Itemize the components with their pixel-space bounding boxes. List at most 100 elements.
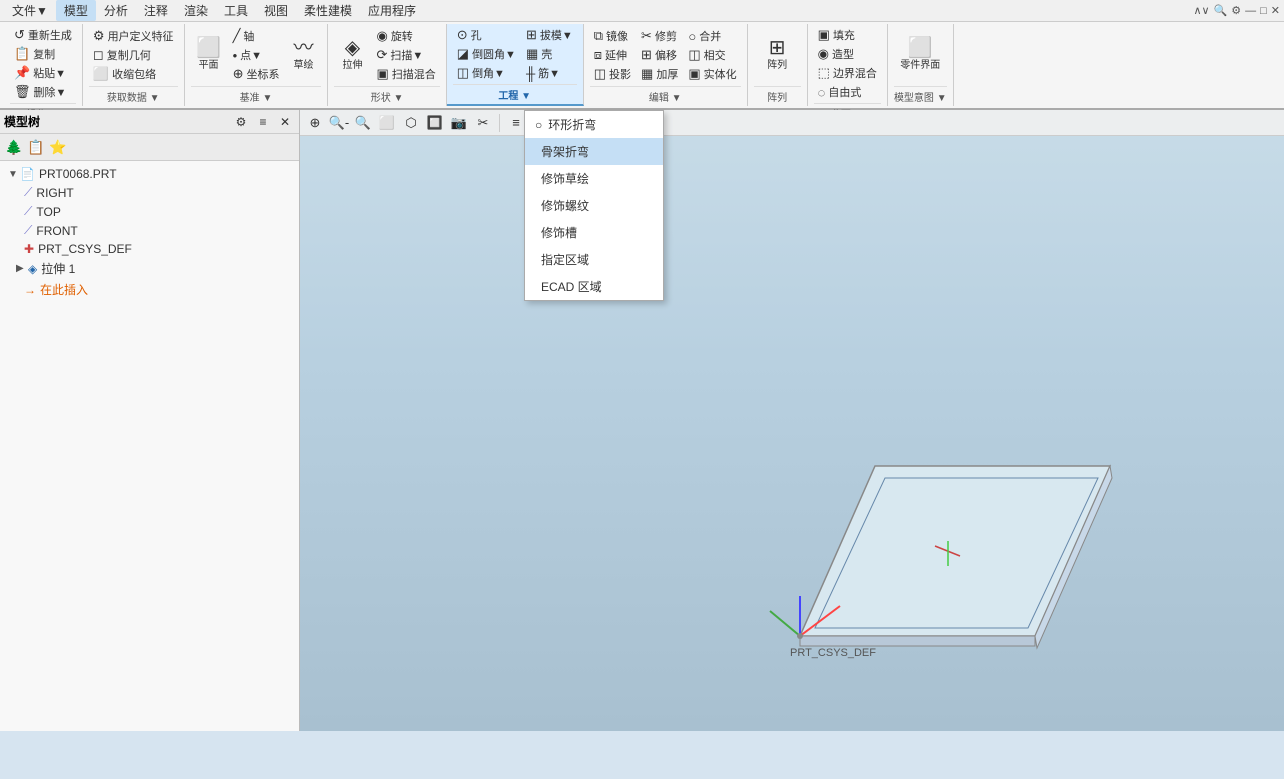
btn-extrude[interactable]: ◈ 拉伸 [334, 30, 370, 80]
btn-paste[interactable]: 📌粘贴▼ [10, 64, 76, 82]
btn-axis[interactable]: ╱轴 [229, 27, 284, 45]
menu-item-ecad-region[interactable]: ECAD 区域 [525, 273, 663, 300]
tree-item-part[interactable]: ▼ 📄 PRT0068.PRT [0, 165, 299, 183]
menu-tools[interactable]: 工具 [216, 0, 256, 21]
deco-thread-label: 修饰螺纹 [541, 197, 589, 214]
btn-csys[interactable]: ⊕坐标系 [229, 65, 284, 83]
menu-file[interactable]: 文件▼ [4, 0, 56, 21]
ribbon-section-datum: ⬜ 平面 ╱轴 •点▼ ⊕坐标系 〰 草绘 基准 ▼ [185, 24, 329, 106]
btn-copy[interactable]: 📋复制 [10, 45, 76, 63]
btn-boundary-blend[interactable]: ⬚边界混合 [814, 64, 881, 82]
menu-flex[interactable]: 柔性建模 [296, 0, 360, 21]
btn-project[interactable]: ◫投影 [590, 65, 635, 83]
menu-item-deco-sketch[interactable]: 修饰草绘 [525, 165, 663, 192]
btn-user-feature[interactable]: ⚙用户定义特征 [89, 27, 178, 45]
btn-thicken[interactable]: ▦加厚 [637, 65, 682, 83]
sidebar-icon-filter[interactable]: 📋 [26, 137, 46, 157]
btn-array[interactable]: ⊞ 阵列 [759, 30, 795, 80]
sec-btn-1[interactable]: ⊕ [304, 112, 326, 134]
btn-solidify[interactable]: ▣实体化 [684, 65, 740, 83]
mirror-icon: ⧉ [594, 28, 603, 44]
btn-sweep[interactable]: ⟳扫描▼ [372, 46, 439, 64]
menu-item-spine-bend[interactable]: 骨架折弯 [525, 138, 663, 165]
tree-item-top[interactable]: ⟋ TOP [0, 202, 299, 221]
sec-btn-fit[interactable]: ⬜ [376, 112, 398, 134]
sec-btn-zoom-in[interactable]: 🔍 [352, 112, 374, 134]
btn-mirror[interactable]: ⧉镜像 [590, 27, 635, 45]
ribbon-section-data: ⚙用户定义特征 ◻复制几何 ⬜收缩包络 获取数据 ▼ [83, 24, 185, 106]
btn-round[interactable]: ◪倒圆角▼ [453, 45, 520, 63]
copy-geom-icon: ◻ [93, 47, 104, 63]
extend-icon: ⧈ [594, 47, 602, 63]
menu-render[interactable]: 渲染 [176, 0, 216, 21]
user-feature-icon: ⚙ [93, 28, 105, 44]
extrude-tree-icon: ◈ [28, 262, 37, 276]
shrinkwrap-icon: ⬜ [93, 66, 109, 82]
part-interface-label: 零件界面 [900, 60, 940, 72]
sidebar-settings-btn[interactable]: ⚙ [231, 112, 251, 132]
menu-item-ring-bend[interactable]: ○ 环形折弯 [525, 111, 663, 138]
btn-fill[interactable]: ▣填充 [814, 26, 881, 44]
btn-freestyle[interactable]: ◌自由式 [814, 83, 881, 101]
insert-label: 在此插入 [40, 281, 88, 298]
settings-icon[interactable]: ⚙ [1231, 4, 1241, 17]
btn-blend[interactable]: ▣扫描混合 [372, 65, 439, 83]
btn-merge[interactable]: ○合并 [684, 27, 740, 45]
menu-item-deco-thread[interactable]: 修饰螺纹 [525, 192, 663, 219]
tree-item-right[interactable]: ⟋ RIGHT [0, 183, 299, 202]
btn-revolve[interactable]: ◉旋转 [372, 27, 439, 45]
sec-btn-shading[interactable]: 🔲 [424, 112, 446, 134]
sidebar-icon-tree[interactable]: 🌲 [4, 137, 24, 157]
model-tree: ▼ 📄 PRT0068.PRT ⟋ RIGHT ⟋ TOP ⟋ FRONT ✚ … [0, 161, 299, 731]
btn-delete[interactable]: 🗑删除▼ [10, 83, 76, 101]
tree-item-front[interactable]: ⟋ FRONT [0, 221, 299, 240]
3d-viewport-svg[interactable]: PRT_CSYS_DEF [300, 136, 1284, 731]
tree-item-csys[interactable]: ✚ PRT_CSYS_DEF [0, 240, 299, 258]
menu-annotation[interactable]: 注释 [136, 0, 176, 21]
surf-col: ▣填充 ◉造型 ⬚边界混合 ◌自由式 [814, 26, 881, 101]
tree-item-extrude[interactable]: ▶ ◈ 拉伸 1 [0, 258, 299, 279]
sec-btn-cut[interactable]: ✂ [472, 112, 494, 134]
btn-trim[interactable]: ✂修剪 [637, 27, 682, 45]
menu-model[interactable]: 模型 [56, 0, 96, 21]
btn-offset[interactable]: ⊞偏移 [637, 46, 682, 64]
btn-copy-geom[interactable]: ◻复制几何 [89, 46, 178, 64]
btn-plane[interactable]: ⬜ 平面 [191, 30, 227, 80]
menu-item-deco-groove[interactable]: 修饰槽 [525, 219, 663, 246]
search-icon[interactable]: 🔍 [1214, 4, 1228, 17]
btn-part-interface[interactable]: ⬜ 零件界面 [896, 30, 944, 80]
menu-apps[interactable]: 应用程序 [360, 0, 424, 21]
expand-extrude-btn[interactable]: ▶ [16, 263, 28, 274]
minimize-icon[interactable]: — [1245, 5, 1256, 17]
sec-btn-perspective[interactable]: ⬡ [400, 112, 422, 134]
btn-regenerate[interactable]: ↺重新生成 [10, 26, 76, 44]
sidebar-icon-star[interactable]: ⭐ [48, 137, 68, 157]
viewport[interactable]: ⊕ 🔍- 🔍 ⬜ ⬡ 🔲 📷 ✂ ≡ ⊕ [300, 110, 1284, 731]
deco-sketch-label: 修饰草绘 [541, 170, 589, 187]
sidebar-expand-btn[interactable]: ≡ [253, 112, 273, 132]
sidebar-close-btn[interactable]: ✕ [275, 112, 295, 132]
btn-chamfer[interactable]: ◫倒角▼ [453, 64, 520, 82]
menu-view[interactable]: 视图 [256, 0, 296, 21]
btn-draft[interactable]: ⊞拔模▼ [522, 26, 577, 44]
btn-shell[interactable]: ▦壳 [522, 45, 577, 63]
btn-intersect[interactable]: ◫相交 [684, 46, 740, 64]
expand-part-btn[interactable]: ▼ [8, 169, 20, 180]
sec-btn-snapshot[interactable]: 📷 [448, 112, 470, 134]
btn-style[interactable]: ◉造型 [814, 45, 881, 63]
btn-shrinkwrap[interactable]: ⬜收缩包络 [89, 65, 178, 83]
menu-analysis[interactable]: 分析 [96, 0, 136, 21]
sec-btn-zoom-out[interactable]: 🔍- [328, 112, 350, 134]
close-icon[interactable]: ✕ [1271, 4, 1280, 17]
btn-point[interactable]: •点▼ [229, 46, 284, 64]
ribbon-section-shape: ◈ 拉伸 ◉旋转 ⟳扫描▼ ▣扫描混合 形状 ▼ [328, 24, 446, 106]
shape-label: 形状 ▼ [334, 86, 439, 104]
btn-sketch[interactable]: 〰 草绘 [285, 30, 321, 80]
btn-rib[interactable]: ╫筋▼ [522, 64, 577, 82]
collapse-icon[interactable]: ∧∨ [1193, 4, 1209, 17]
btn-extend[interactable]: ⧈延伸 [590, 46, 635, 64]
tree-item-insert-here[interactable]: → 在此插入 [0, 279, 299, 300]
menu-item-assign-region[interactable]: 指定区域 [525, 246, 663, 273]
btn-hole[interactable]: ⊙孔 [453, 26, 520, 44]
maximize-icon[interactable]: □ [1260, 5, 1267, 17]
